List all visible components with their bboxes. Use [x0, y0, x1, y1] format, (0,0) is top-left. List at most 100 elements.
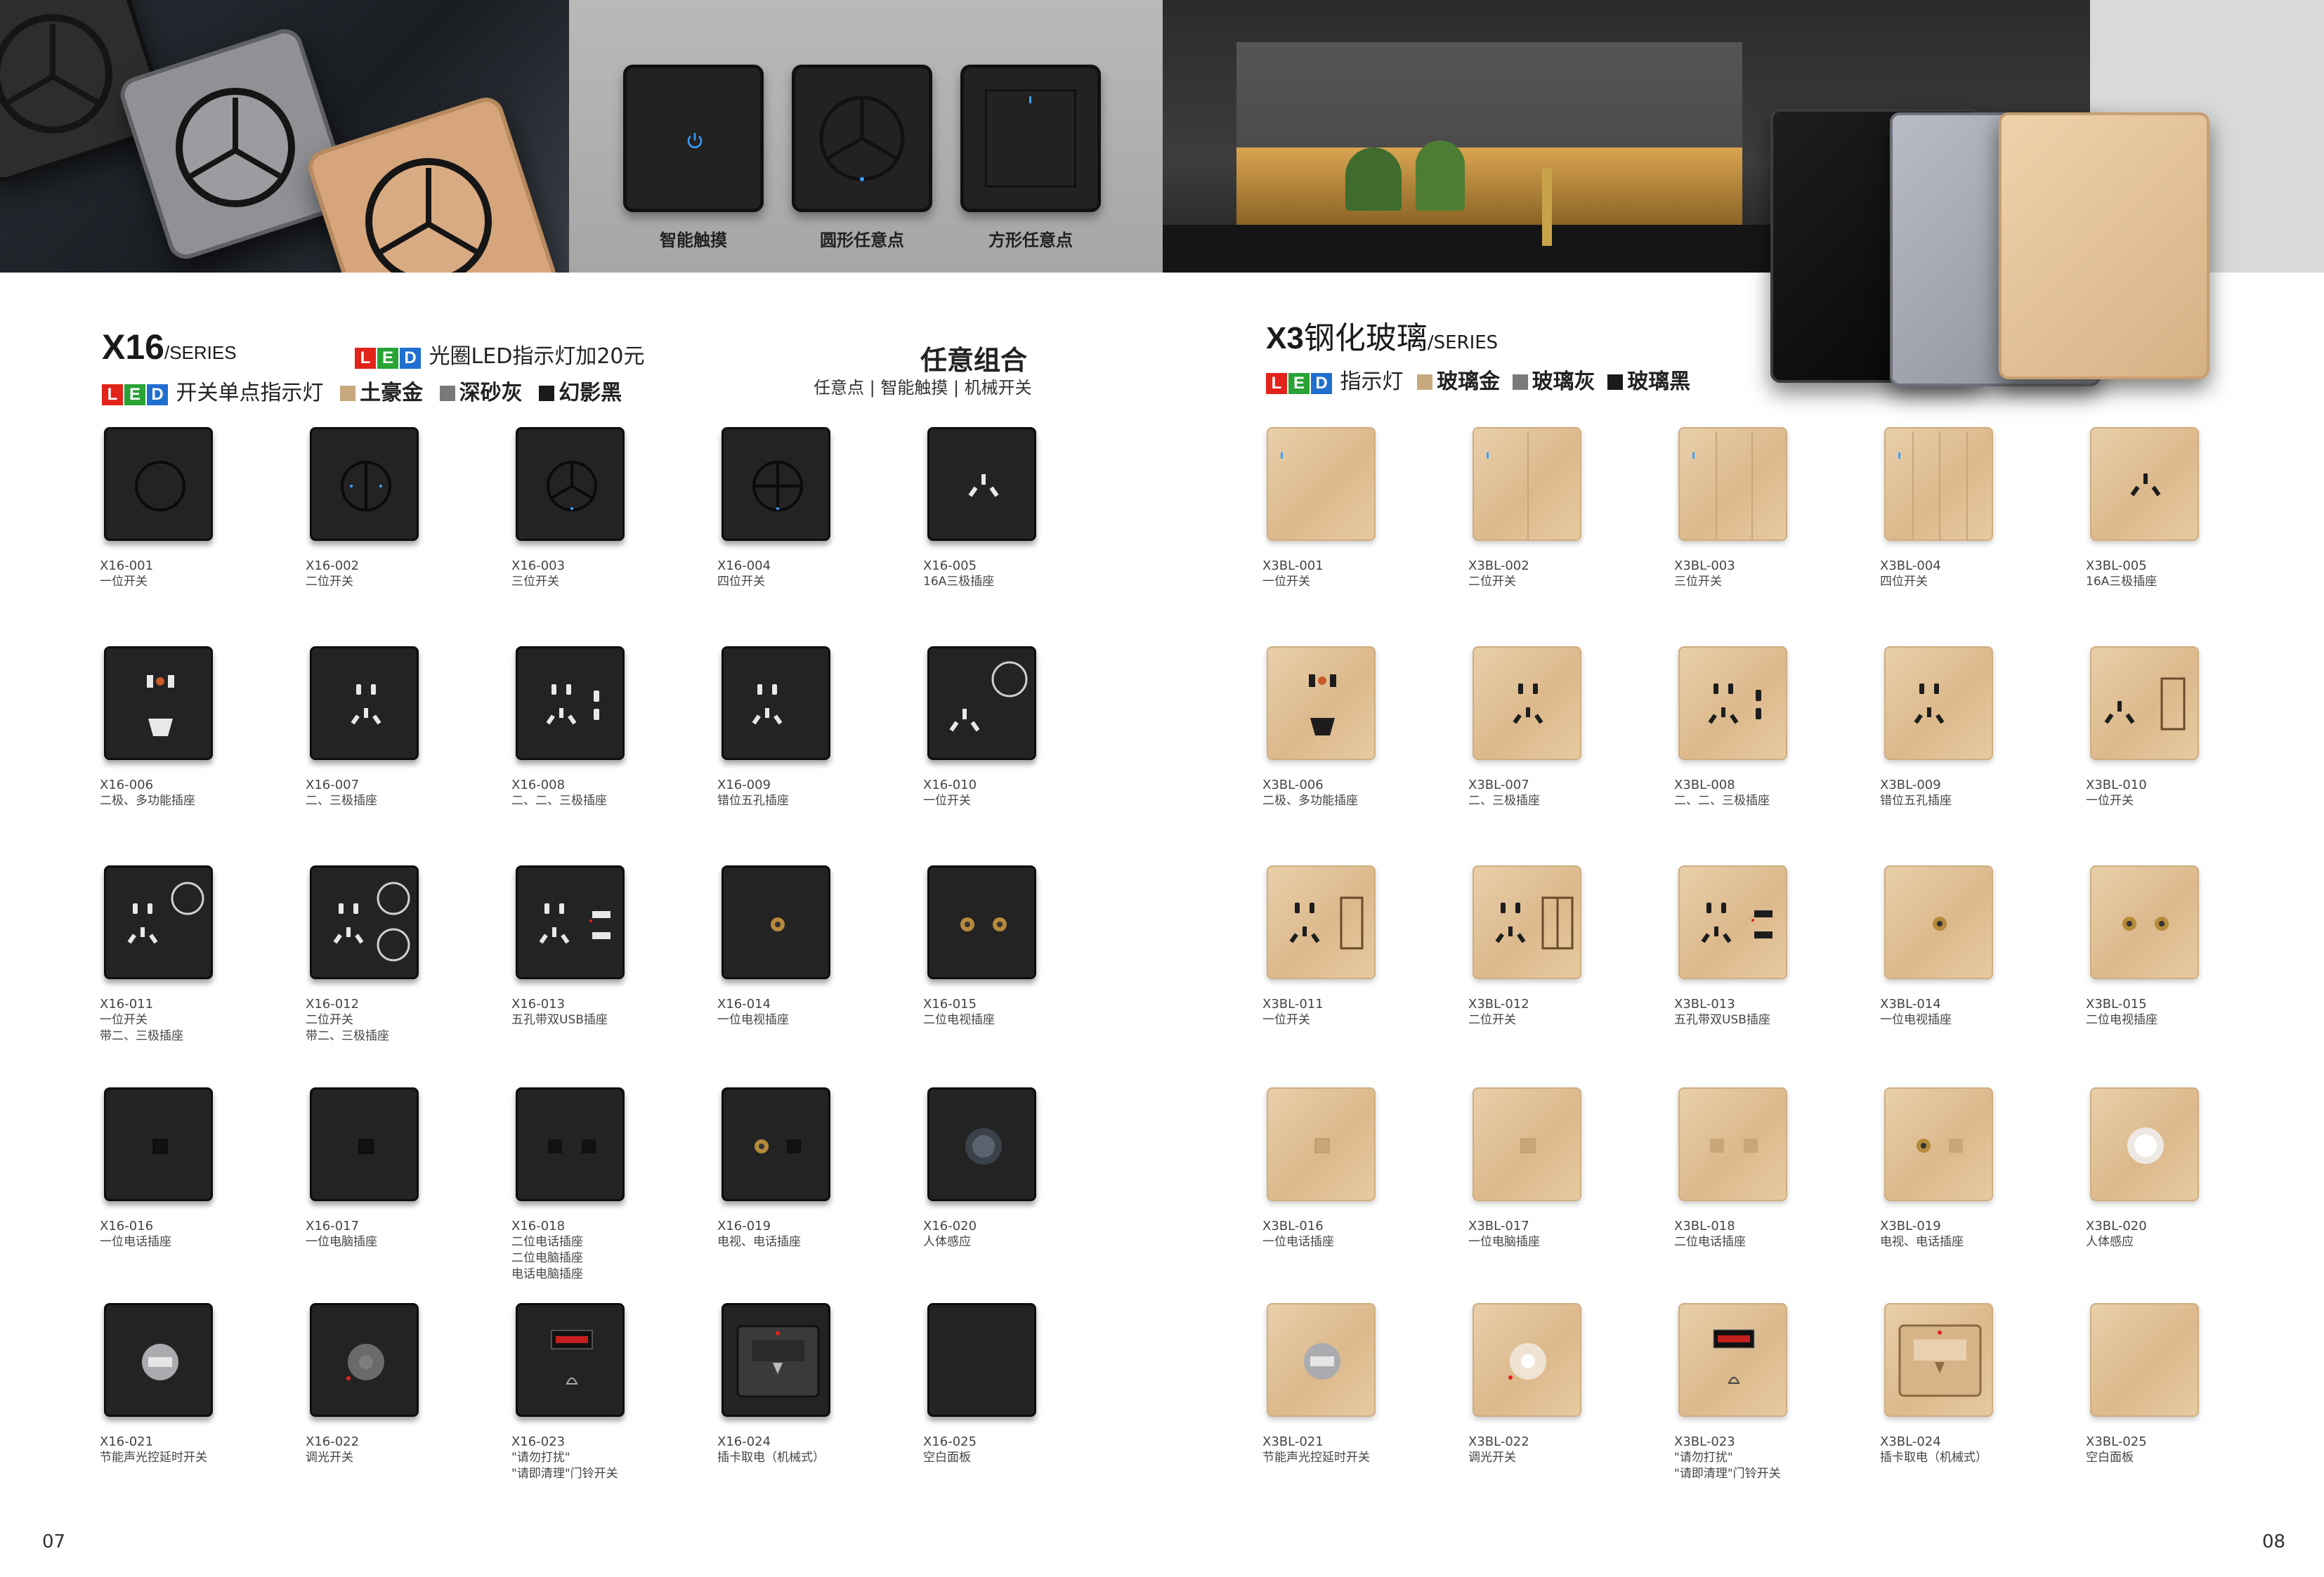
ring-1-icon: [106, 461, 215, 546]
product-panel-image: [1473, 865, 1581, 979]
product-description: "请勿打扰" "请即清理"门铃开关: [511, 1451, 618, 1481]
right-series-title: X3钢化玻璃/SERIES: [1266, 313, 1498, 358]
product-code: X3BL-011: [1262, 997, 1324, 1012]
gang-4-icon: [1886, 431, 1995, 545]
product-code: X3BL-019: [1880, 1219, 1941, 1234]
product-panel-image: [104, 1303, 213, 1417]
left-feature-text2: 开关单点指示灯: [176, 381, 324, 405]
right-series-suffix: /SERIES: [1427, 332, 1499, 353]
product-description: 一位开关 带二、三极插座: [100, 1013, 183, 1043]
socket-5pin-icon: [312, 684, 421, 765]
product-code: X3BL-015: [2086, 997, 2147, 1012]
data-1-icon: [312, 1139, 421, 1206]
power-icon: [687, 133, 703, 148]
product-code: X3BL-018: [1674, 1219, 1735, 1234]
left-feature-line2: LED 开关单点指示灯 土豪金 深砂灰 幻影黑: [102, 375, 622, 406]
product-panel-image: [2090, 865, 2199, 979]
product-description: 二极、多功能插座: [100, 794, 195, 808]
tv-data-icon: [1886, 1139, 1995, 1205]
product-panel-image: [1884, 427, 1993, 541]
demo-label-round-anypoint: 圆形任意点: [820, 230, 904, 250]
data-2-icon: [1680, 1139, 1789, 1205]
tv-1-icon: [724, 917, 833, 984]
product-description: 一位电脑插座: [1468, 1235, 1540, 1249]
led-letter-d: D: [1311, 373, 1332, 394]
product-description: 三位开关: [1674, 575, 1722, 589]
product-code: X3BL-007: [1468, 778, 1529, 792]
product-code: X3BL-003: [1674, 558, 1735, 573]
product-code: X3BL-002: [1468, 558, 1529, 573]
product-description: 一位开关: [100, 575, 148, 589]
product-description: 二位电视插座: [2086, 1013, 2157, 1027]
ring-4-icon: [724, 461, 833, 546]
product-panel-image: [927, 427, 1036, 541]
product-code: X3BL-025: [2086, 1434, 2147, 1449]
product-code: X3BL-016: [1262, 1219, 1324, 1234]
product-panel-image: [1473, 427, 1581, 541]
product-code: X3BL-008: [1674, 778, 1735, 792]
color-name-gold: 土豪金: [360, 381, 424, 405]
product-panel-image: [2090, 427, 2199, 541]
right-feature-text: 指示灯: [1340, 369, 1404, 394]
led-letter-d: D: [147, 384, 168, 405]
product-description: 二位开关 带二、三极插座: [306, 1013, 389, 1043]
product-description: 错位五孔插座: [717, 794, 789, 808]
product-panel-image: [1267, 427, 1376, 541]
product-panel-image: [722, 427, 830, 541]
led-letter-e: E: [124, 384, 145, 405]
led-letter-e: E: [1288, 373, 1310, 394]
product-panel-image: [1678, 1087, 1787, 1201]
socket-3pin-icon: [2091, 473, 2200, 545]
product-description: 二位电视插座: [923, 1013, 995, 1027]
product-panel-image: [310, 646, 419, 760]
color-name-grey: 玻璃灰: [1532, 369, 1595, 394]
product-description: 插卡取电（机械式）: [1880, 1451, 1987, 1465]
product-description: 一位开关: [1262, 1013, 1310, 1027]
product-code: X16-007: [306, 778, 360, 792]
demo-label-smart-touch: 智能触摸: [660, 230, 727, 250]
product-description: 空白面板: [2086, 1451, 2134, 1465]
glass-panel-gold: [1999, 112, 2209, 379]
doorbell-icon: [1680, 1329, 1789, 1421]
round-anypoint-demo: [792, 65, 932, 212]
combo-title: 任意组合: [920, 345, 1028, 376]
ring-2-icon: [312, 461, 421, 546]
product-panel-image: [310, 1087, 419, 1201]
product-description: 四位开关: [1880, 575, 1928, 589]
tv-2-icon: [2091, 917, 2200, 983]
product-description: 空白面板: [923, 1451, 971, 1465]
sound-light-icon: [106, 1344, 215, 1422]
product-description: 一位电话插座: [1262, 1235, 1334, 1249]
socket-5pin-rect-icon: [1268, 896, 1377, 983]
product-description: 16A三极插座: [2086, 575, 2157, 589]
product-panel-image: [104, 427, 213, 541]
product-panel-image: [2090, 1303, 2199, 1417]
product-description: 四位开关: [717, 575, 765, 589]
product-panel-image: [310, 427, 419, 541]
product-panel-image: [1473, 646, 1581, 760]
tri-circle-icon: [819, 96, 905, 181]
product-code: X3BL-017: [1468, 1219, 1529, 1234]
left-series-title: X16/SERIES: [102, 327, 237, 367]
product-panel-image: [722, 646, 830, 760]
product-description: 二、二、三极插座: [1674, 794, 1770, 808]
product-code: X16-006: [100, 778, 154, 792]
product-description: 二位开关: [306, 575, 353, 589]
product-description: 二、三极插座: [1468, 794, 1540, 808]
product-panel-image: [2090, 646, 2199, 760]
led-letter-e: E: [377, 348, 398, 369]
sensor-icon: [2091, 1127, 2200, 1205]
product-description: 插卡取电（机械式）: [717, 1451, 825, 1465]
product-description: 五孔带双USB插座: [511, 1013, 608, 1027]
product-code: X16-024: [717, 1434, 771, 1449]
product-code: X3BL-012: [1468, 997, 1529, 1012]
left-feature-line1: LED 光圈LED指示灯加20元: [355, 339, 645, 369]
product-panel-image: [722, 865, 830, 979]
product-description: 调光开关: [306, 1451, 353, 1465]
product-code: X16-001: [100, 558, 154, 573]
product-code: X16-022: [306, 1434, 360, 1449]
product-panel-image: [310, 865, 419, 979]
color-swatch-grey: [439, 386, 455, 401]
product-panel-image: [1678, 865, 1787, 979]
product-description: 一位电脑插座: [306, 1235, 377, 1249]
